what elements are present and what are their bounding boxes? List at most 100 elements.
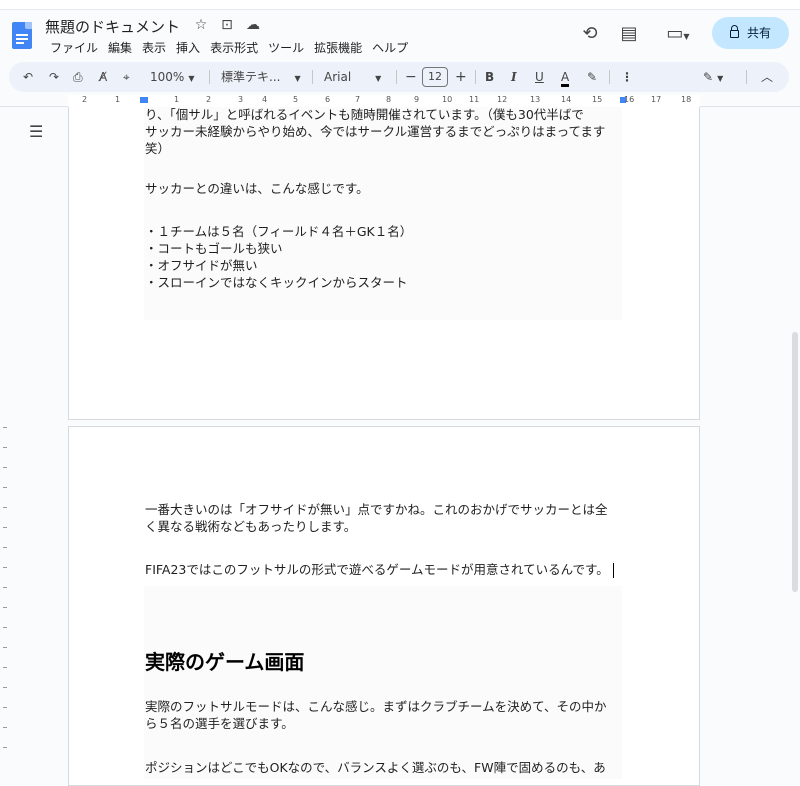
text-line: FIFA23ではこのフットサルの形式で遊べるゲームモードが用意されているんです。 [145,562,609,577]
text-line: く異なる戦術などもあったりします。 [145,519,357,534]
ruler-tick-label: 7 [355,95,361,104]
decrease-font-size-icon[interactable]: − [405,62,417,92]
list-item: ・コートもゴールも狭い [145,241,283,256]
text-cursor [612,563,614,578]
ruler-tick-label: 15 [592,95,603,104]
undo-icon[interactable]: ↶ [23,62,33,92]
paragraph[interactable]: 一番大きいのは「オフサイドが無い」点ですかね。これのおかげでサッカーとは全 く異… [145,501,623,535]
ruler-tick-label: 1 [115,95,121,104]
divider [312,70,313,84]
ruler-tick-label: 8 [386,95,392,104]
zoom-select[interactable]: 100% ▼ [150,62,194,92]
menu-bar: ファイル 編集 表示 挿入 表示形式 ツール 拡張機能 ヘルプ [45,39,413,56]
ruler-tick [3,647,7,648]
divider [746,70,747,84]
document-title[interactable]: 無題のドキュメント [45,16,180,37]
section-heading[interactable]: 実際のゲーム画面 [145,646,304,675]
ruler-tick [3,507,7,508]
style-select[interactable]: 標準テキ... ▼ [221,62,301,92]
ruler-tick [3,627,7,628]
list-item: ・１チームは５名（フィールド４名＋GK１名） [145,224,413,239]
menu-help[interactable]: ヘルプ [367,39,413,56]
document-outline-icon[interactable]: ☰ [29,122,43,141]
divider [396,70,397,84]
menu-extensions[interactable]: 拡張機能 [309,39,367,56]
menu-insert[interactable]: 挿入 [171,39,205,56]
ruler-tick [3,487,7,488]
divider [475,70,476,84]
ruler-tick-label: 5 [293,95,299,104]
italic-button[interactable]: I [511,62,517,92]
ruler-tick [3,527,7,528]
text-color-button[interactable]: A [561,62,570,92]
ruler-tick-label: 1 [174,95,180,104]
highlight-icon[interactable]: ✎ [587,62,597,92]
zoom-value: 100% [150,70,185,84]
ruler-tick [3,607,7,608]
more-options-icon[interactable]: ⋮ [621,62,633,92]
paragraph[interactable]: ポジションはどこでもOKなので、バランスよく選ぶのも、FW陣で固めるのも、あ [145,759,623,776]
menu-edit[interactable]: 編集 [103,39,137,56]
increase-font-size-icon[interactable]: + [455,62,467,92]
ruler-tick-label: 4 [262,95,268,104]
collapse-menus-icon[interactable]: ︿ [761,62,773,92]
ruler-tick-label: 2 [82,95,88,104]
vertical-scrollbar[interactable] [790,107,800,779]
menu-format[interactable]: 表示形式 [205,39,263,56]
ruler-tick-label: 13 [530,95,541,104]
ruler-tick-label: 17 [651,95,662,104]
text-line: 一番大きいのは「オフサイドが無い」点ですかね。これのおかげでサッカーとは全 [145,502,608,517]
vertical-ruler[interactable] [0,107,10,779]
ruler-tick-label: 9 [414,95,420,104]
docs-logo-icon[interactable] [12,22,32,49]
ruler-tick-label: 2 [206,95,212,104]
paragraph[interactable]: FIFA23ではこのフットサルの形式で遊べるゲームモードが用意されているんです。 [145,561,635,578]
ruler-tick [3,707,7,708]
list-item: ・スローインではなくキックインからスタート [145,275,408,290]
ruler-tick-label: 16 [624,95,635,104]
font-select[interactable]: Arial ▼ [324,62,381,92]
ruler-tick-label: 10 [442,95,453,104]
text-line: り、「個サル」と呼ばれるイベントも随時開催されています。（僕も30代半ばで [145,107,584,122]
share-button[interactable]: 共有 [712,17,789,49]
comments-icon[interactable]: ▤ [617,22,641,46]
text-line: 実際のフットサルモードは、こんな感じ。まずはクラブチームを決めて、その中か [145,699,607,714]
cloud-status-icon[interactable]: ☁ [244,17,262,33]
formatting-toolbar: ↶ ↷ ⎙ A̸ ⌖ 100% ▼ 標準テキ... ▼ Arial ▼ − 12 + … [9,62,789,92]
text-block-background [144,586,622,779]
ruler-tick [3,687,7,688]
spellcheck-icon[interactable]: A̸ [99,62,107,92]
ruler-tick-label: 3 [238,95,244,104]
menu-file[interactable]: ファイル [45,39,103,56]
chevron-down-icon: ▼ [294,74,301,83]
font-size-input[interactable]: 12 [422,67,448,87]
print-icon[interactable]: ⎙ [73,62,83,92]
ruler-tick [3,747,7,748]
divider [209,70,210,84]
paragraph[interactable]: サッカーとの違いは、こんな感じです。 [145,180,623,197]
paint-format-icon[interactable]: ⌖ [123,62,130,92]
menu-view[interactable]: 表示 [137,39,171,56]
bullet-list[interactable]: ・１チームは５名（フィールド４名＋GK１名） ・コートもゴールも狭い ・オフサイ… [145,223,623,291]
ruler-tick [3,447,7,448]
move-folder-icon[interactable]: ⊡ [218,17,236,33]
divider [609,70,610,84]
star-icon[interactable]: ☆ [192,17,210,33]
chevron-down-icon: ▼ [717,74,724,83]
text-line: ら５名の選手を選びます。 [145,716,294,731]
bold-button[interactable]: B [485,62,494,92]
text-color-label: A [561,70,570,87]
redo-icon[interactable]: ↷ [49,62,59,92]
ruler-tick [3,427,7,428]
indent-marker-icon[interactable] [140,97,148,103]
ruler-tick-label: 14 [561,95,572,104]
paragraph[interactable]: り、「個サル」と呼ばれるイベントも随時開催されています。（僕も30代半ばで サッ… [145,106,623,157]
menu-tools[interactable]: ツール [263,39,309,56]
underline-button[interactable]: U [535,62,544,92]
version-history-icon[interactable]: ⟲ [578,22,602,46]
paragraph[interactable]: 実際のフットサルモードは、こんな感じ。まずはクラブチームを決めて、その中か ら５… [145,698,623,732]
meet-icon[interactable]: ▭▼ [660,22,696,46]
chevron-down-icon: ▼ [375,74,382,83]
editing-mode-icon[interactable]: ✎ ▼ [703,62,723,92]
scrollbar-thumb[interactable] [792,332,798,592]
